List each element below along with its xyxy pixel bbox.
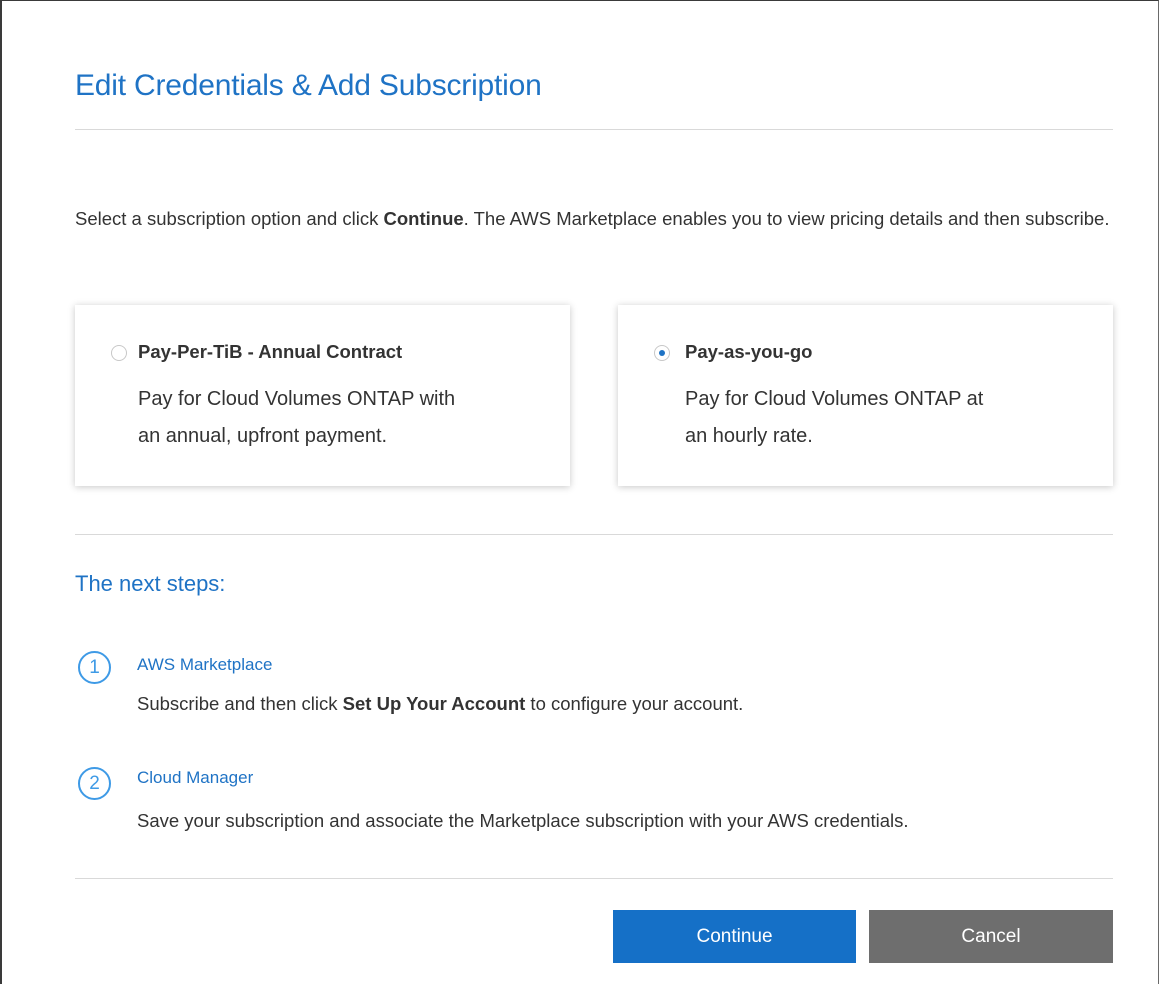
dialog: Edit Credentials & Add Subscription Sele… <box>0 0 1159 984</box>
step-desc-bold: Set Up Your Account <box>342 693 526 714</box>
step-desc-prefix: Subscribe and then click <box>137 693 343 714</box>
cancel-button[interactable]: Cancel <box>869 910 1113 963</box>
option-desc-pay-as-you-go: Pay for Cloud Volumes ONTAP at an hourly… <box>685 381 1105 455</box>
intro-bold: Continue <box>383 208 464 229</box>
title-divider <box>75 129 1113 130</box>
option-card-annual-contract[interactable]: Pay-Per-TiB - Annual Contract Pay for Cl… <box>75 305 570 486</box>
footer-divider <box>75 878 1113 879</box>
option-desc-annual-contract: Pay for Cloud Volumes ONTAP with an annu… <box>138 381 558 455</box>
step-title-aws-marketplace: AWS Marketplace <box>137 655 273 674</box>
next-steps-heading: The next steps: <box>75 571 226 596</box>
options-divider <box>75 534 1113 535</box>
option-card-pay-as-you-go[interactable]: Pay-as-you-go Pay for Cloud Volumes ONTA… <box>618 305 1113 486</box>
option-desc-line: an hourly rate. <box>685 425 813 447</box>
step-desc-cloud-manager: Save your subscription and associate the… <box>137 810 909 831</box>
radio-pay-as-you-go[interactable] <box>654 345 670 361</box>
dialog-title: Edit Credentials & Add Subscription <box>75 69 542 102</box>
option-title-annual-contract: Pay-Per-TiB - Annual Contract <box>138 341 403 362</box>
step-number-badge: 2 <box>78 767 111 800</box>
intro-text: Select a subscription option and click C… <box>75 201 1115 237</box>
step-title-cloud-manager: Cloud Manager <box>137 768 254 787</box>
continue-button[interactable]: Continue <box>613 910 856 963</box>
step-desc-suffix: to configure your account. <box>525 693 744 714</box>
radio-annual-contract[interactable] <box>111 345 127 361</box>
step-number-badge: 1 <box>78 651 111 684</box>
option-title-pay-as-you-go: Pay-as-you-go <box>685 341 813 362</box>
step-desc-aws-marketplace: Subscribe and then click Set Up Your Acc… <box>137 693 743 715</box>
intro-suffix: . The AWS Marketplace enables you to vie… <box>463 208 1110 229</box>
option-desc-line: Pay for Cloud Volumes ONTAP at <box>685 388 984 410</box>
option-desc-line: Pay for Cloud Volumes ONTAP with <box>138 388 456 410</box>
intro-prefix: Select a subscription option and click <box>75 208 384 229</box>
option-desc-line: an annual, upfront payment. <box>138 425 388 447</box>
